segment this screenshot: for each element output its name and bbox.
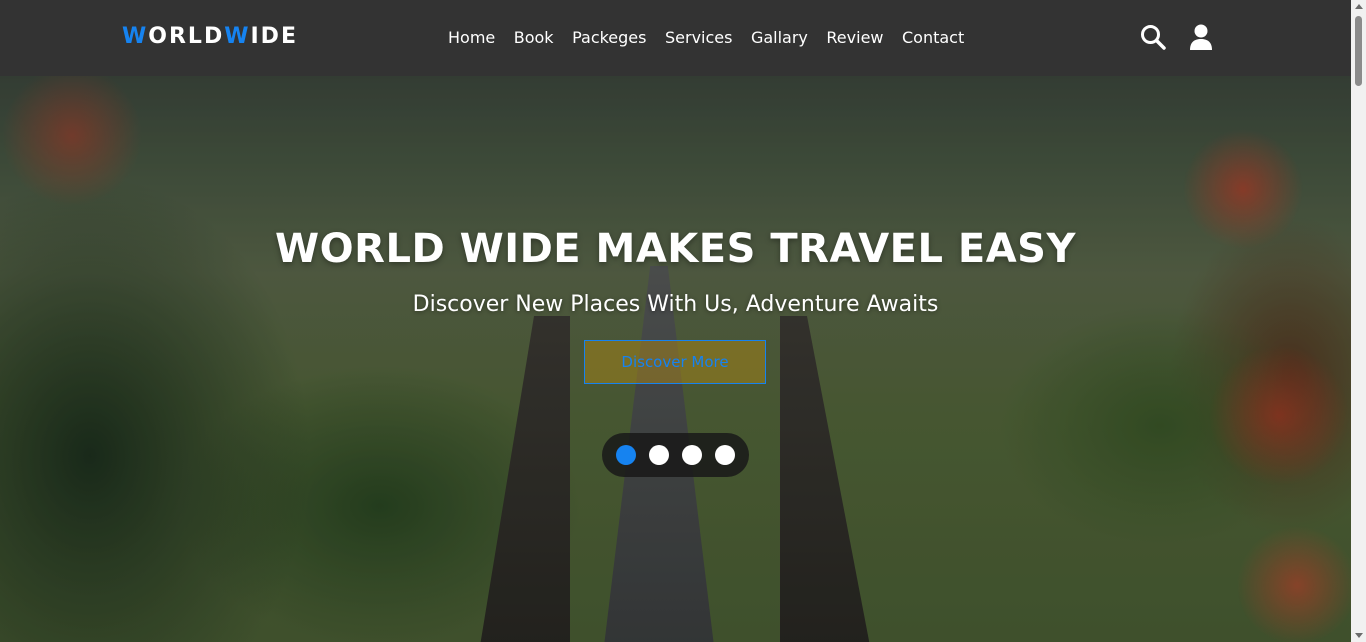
search-icon[interactable]: [1139, 23, 1167, 51]
hero-title: WORLD WIDE MAKES TRAVEL EASY: [275, 226, 1076, 272]
nav-gallery[interactable]: Gallary: [751, 26, 808, 50]
scroll-down-arrow-icon[interactable]: [1355, 633, 1363, 638]
slider-dot-1[interactable]: [616, 445, 636, 465]
slider-dot-4[interactable]: [715, 445, 735, 465]
nav-contact[interactable]: Contact: [902, 26, 964, 50]
hero-content: WORLD WIDE MAKES TRAVEL EASY Discover Ne…: [0, 76, 1351, 642]
logo-text: IDE: [250, 24, 298, 49]
logo-accent-letter: W: [224, 24, 251, 49]
logo-accent-letter: W: [122, 24, 149, 49]
slider-dot-3[interactable]: [682, 445, 702, 465]
slider-pagination: [602, 433, 749, 477]
page: WORLDWIDE Home Book Packeges Services Ga…: [0, 0, 1366, 642]
nav-review[interactable]: Review: [826, 26, 883, 50]
nav-packages[interactable]: Packeges: [572, 26, 646, 50]
main-nav: Home Book Packeges Services Gallary Revi…: [448, 26, 983, 50]
logo[interactable]: WORLDWIDE: [122, 24, 298, 49]
hero-subtitle: Discover New Places With Us, Adventure A…: [412, 292, 939, 317]
slider-dot-2[interactable]: [649, 445, 669, 465]
scroll-thumb[interactable]: [1355, 16, 1362, 86]
nav-home[interactable]: Home: [448, 26, 495, 50]
nav-services[interactable]: Services: [665, 26, 732, 50]
header-icons: [1139, 23, 1215, 51]
logo-text: ORLD: [148, 24, 225, 49]
site-header: WORLDWIDE Home Book Packeges Services Ga…: [0, 0, 1351, 76]
user-icon[interactable]: [1187, 23, 1215, 51]
page-scrollbar[interactable]: [1351, 0, 1366, 642]
discover-more-button[interactable]: Discover More: [584, 340, 766, 384]
hero-section: WORLD WIDE MAKES TRAVEL EASY Discover Ne…: [0, 76, 1351, 642]
nav-book[interactable]: Book: [514, 26, 554, 50]
scroll-up-arrow-icon[interactable]: [1355, 4, 1363, 9]
